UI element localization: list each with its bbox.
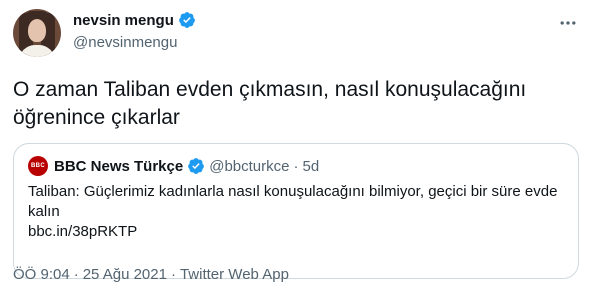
avatar-face [28,19,46,42]
verified-badge-icon [178,12,195,28]
quoted-timestamp: 5d [302,157,320,175]
author-display-name[interactable]: nevsin mengu [73,11,196,29]
verified-badge-icon [188,158,205,174]
separator-dot: · [73,266,79,283]
avatar[interactable] [13,9,61,57]
tweet-source[interactable]: Twitter Web App [180,266,289,283]
tweet-date[interactable]: 25 Ağu 2021 [83,266,167,283]
author-handle[interactable]: @nevsinmengu [73,34,177,51]
quoted-handle: @bbcturkce [209,157,290,175]
bbc-logo-text: BBC [31,163,45,169]
quoted-tweet-card[interactable]: BBC BBC News Türkçe @bbcturkce · 5d Tali… [13,143,579,279]
separator-dot: · [293,157,299,175]
quoted-tweet-text: Taliban: Güçlerimiz kadınlarla nasıl kon… [28,183,558,220]
tweet-time[interactable]: ÖÖ 9:04 [13,266,70,283]
quoted-tweet-link[interactable]: bbc.in/38pRKTP [28,223,137,240]
tweet-text: O zaman Taliban evden çıkmasın, nasıl ko… [13,78,527,129]
quoted-tweet-header: BBC BBC News Türkçe @bbcturkce · 5d [28,156,319,176]
quoted-display-name: BBC News Türkçe [54,157,184,175]
separator-dot: · [170,266,176,283]
tweet-footer: ÖÖ 9:04 · 25 Ağu 2021 · Twitter Web App [13,266,289,283]
more-dots-icon-svg [560,21,576,25]
more-dots-icon[interactable] [556,13,580,33]
bbc-logo-icon: BBC [28,156,48,176]
author-name-text[interactable]: nevsin mengu [73,12,174,29]
